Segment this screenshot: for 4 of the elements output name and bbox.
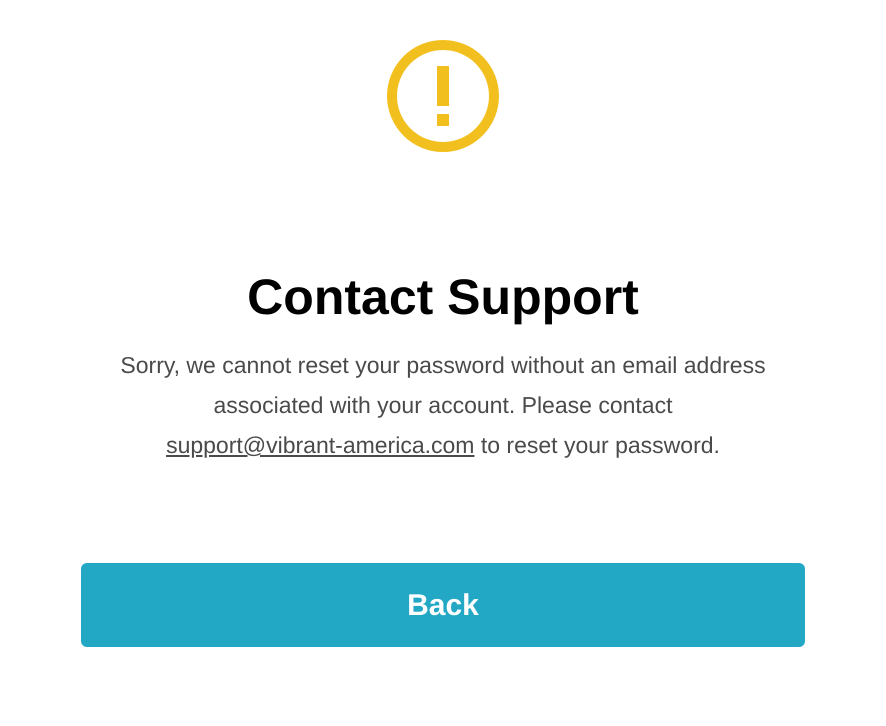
message-text: Sorry, we cannot reset your password without an email address associated with your account. Please contact support@vibrant-america.com to reset your password.: [119, 351, 767, 460]
title: Contact Support: [247, 268, 639, 327]
support-email-link[interactable]: support@vibrant-america.com: [166, 432, 474, 458]
warning-icon: [387, 40, 499, 152]
